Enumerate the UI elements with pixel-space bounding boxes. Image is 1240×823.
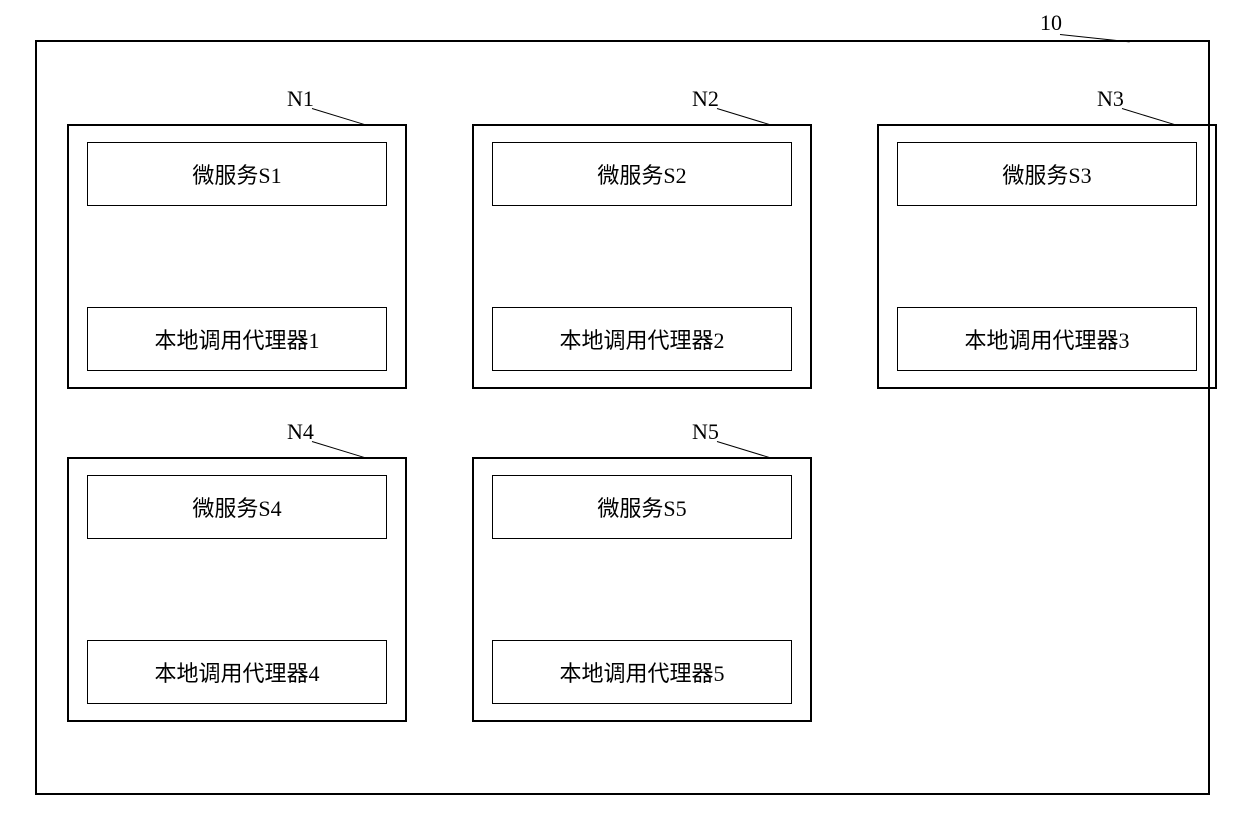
container-box: N1 微服务S1 本地调用代理器1 N2 微服务S2 本地调用代理器2 N3 微…: [35, 40, 1210, 795]
node-n5: N5 微服务S5 本地调用代理器5: [472, 457, 812, 722]
node-leader-line: [717, 441, 770, 458]
node-leader-line: [717, 108, 770, 125]
node-n2: N2 微服务S2 本地调用代理器2: [472, 124, 812, 389]
microservice-box: 微服务S5: [492, 475, 792, 539]
microservice-box: 微服务S2: [492, 142, 792, 206]
node-leader-line: [1122, 108, 1175, 125]
row-1: N1 微服务S1 本地调用代理器1 N2 微服务S2 本地调用代理器2 N3 微…: [67, 124, 1217, 389]
local-agent-box: 本地调用代理器3: [897, 307, 1197, 371]
local-agent-box: 本地调用代理器4: [87, 640, 387, 704]
node-n3: N3 微服务S3 本地调用代理器3: [877, 124, 1217, 389]
node-box: 微服务S4 本地调用代理器4: [67, 457, 407, 722]
node-label: N4: [287, 419, 314, 445]
node-n1: N1 微服务S1 本地调用代理器1: [67, 124, 407, 389]
microservice-box: 微服务S3: [897, 142, 1197, 206]
local-agent-box: 本地调用代理器1: [87, 307, 387, 371]
node-box: 微服务S5 本地调用代理器5: [472, 457, 812, 722]
node-label: N5: [692, 419, 719, 445]
row-2: N4 微服务S4 本地调用代理器4 N5 微服务S5 本地调用代理器5: [67, 457, 812, 722]
node-label: N2: [692, 86, 719, 112]
local-agent-box: 本地调用代理器2: [492, 307, 792, 371]
node-box: 微服务S1 本地调用代理器1: [67, 124, 407, 389]
node-label: N1: [287, 86, 314, 112]
node-n4: N4 微服务S4 本地调用代理器4: [67, 457, 407, 722]
node-box: 微服务S3 本地调用代理器3: [877, 124, 1217, 389]
container-label: 10: [1040, 10, 1062, 36]
node-leader-line: [312, 441, 365, 458]
microservice-box: 微服务S1: [87, 142, 387, 206]
node-box: 微服务S2 本地调用代理器2: [472, 124, 812, 389]
microservice-box: 微服务S4: [87, 475, 387, 539]
node-leader-line: [312, 108, 365, 125]
local-agent-box: 本地调用代理器5: [492, 640, 792, 704]
node-label: N3: [1097, 86, 1124, 112]
